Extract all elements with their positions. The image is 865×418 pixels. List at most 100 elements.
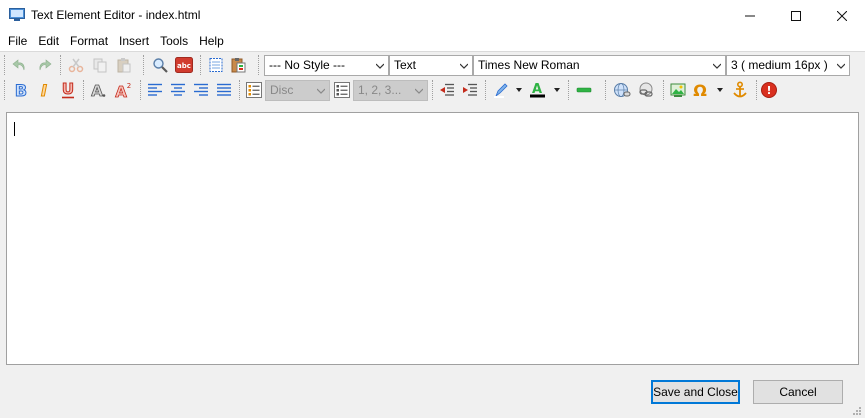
font-color-icon: A [530,82,560,98]
redo-icon [39,59,52,71]
underline-button[interactable]: U [57,79,79,101]
cut-button[interactable] [65,54,87,76]
toolbar-area: abc --- No Style --- Text Times New Roma… [0,51,865,105]
svg-text:B: B [15,81,27,99]
select-all-button[interactable] [205,54,227,76]
chevron-down-icon [713,63,721,69]
align-center-button[interactable] [167,79,189,101]
font-size-select[interactable]: 3 ( medium 16px ) [726,55,850,76]
menu-tools[interactable]: Tools [155,31,193,51]
svg-text:2: 2 [127,82,131,90]
toolbar-separator [605,80,606,100]
cancel-label: Cancel [779,385,817,399]
indent-button[interactable] [459,79,481,101]
justify-button[interactable] [213,79,235,101]
bold-button[interactable]: B [10,79,32,101]
window-title: Text Element Editor - index.html [31,8,201,22]
italic-button[interactable]: I [33,79,55,101]
svg-text:!: ! [766,84,771,97]
block-format-select[interactable]: Text [389,55,473,76]
svg-text:abc: abc [177,62,191,70]
copy-icon [93,58,107,73]
font-style-button[interactable]: A [88,79,110,101]
svg-text:U: U [62,81,74,98]
align-justify-icon [217,83,231,96]
title-bar: Text Element Editor - index.html [0,0,865,31]
menu-help[interactable]: Help [194,31,229,51]
chevron-down-icon [317,88,325,94]
font-shadow-icon: A [91,82,106,99]
menu-edit[interactable]: Edit [33,31,64,51]
omega-symbol-icon: Ω [693,81,723,99]
horizontal-rule-icon [576,87,592,93]
redo-button[interactable] [33,54,55,76]
svg-text:A: A [115,83,127,99]
paste-button[interactable] [113,54,135,76]
font-family-select[interactable]: Times New Roman [473,55,726,76]
numbering-style-select[interactable]: 1, 2, 3... [353,80,428,101]
toolbar-separator [83,80,84,100]
copy-button[interactable] [89,54,111,76]
menu-insert[interactable]: Insert [114,31,154,51]
toolbar-separator [756,80,757,100]
find-button[interactable] [149,54,171,76]
align-left-button[interactable] [144,79,166,101]
paste-special-button[interactable] [227,54,249,76]
style-select[interactable]: --- No Style --- [264,55,389,76]
remove-link-button[interactable] [635,79,657,101]
insert-image-button[interactable] [667,79,689,101]
minimize-icon [745,15,755,16]
bullet-list-button[interactable] [243,79,265,101]
toolbar-separator [663,80,664,100]
numbering-style-value: 1, 2, 3... [358,83,402,97]
insert-anchor-button[interactable] [729,79,751,101]
chevron-down-icon [837,63,845,69]
bullet-style-select[interactable]: Disc [265,80,330,101]
align-center-icon [171,83,185,96]
undo-icon [12,59,25,71]
chevron-down-icon [415,88,423,94]
text-editor-area[interactable] [6,112,859,365]
anchor-icon [733,81,747,98]
menu-file[interactable]: File [3,31,32,51]
bold-icon: B [14,81,27,99]
undo-button[interactable] [9,54,31,76]
spellcheck-icon: abc [175,57,193,73]
menu-format[interactable]: Format [65,31,113,51]
clipboard-icon [231,58,246,73]
maximize-button[interactable] [773,0,819,31]
chain-link-icon [639,82,653,97]
outdent-button[interactable] [436,79,458,101]
superscript-button[interactable]: A 2 [112,79,134,101]
cancel-button[interactable]: Cancel [753,380,843,404]
insert-link-button[interactable] [611,79,633,101]
align-right-button[interactable] [190,79,212,101]
horizontal-rule-button[interactable] [573,79,595,101]
numbered-list-button[interactable] [331,79,353,101]
highlight-color-button[interactable] [490,79,524,101]
help-button[interactable]: ! [758,79,780,101]
chevron-down-icon [376,63,384,69]
font-size-value: 3 ( medium 16px ) [731,58,828,72]
scissors-icon [68,58,84,73]
font-color-button[interactable]: A [527,79,563,101]
app-icon [9,8,25,21]
svg-text:A: A [91,82,103,99]
minimize-button[interactable] [727,0,773,31]
spellcheck-button[interactable]: abc [173,54,195,76]
toolbar-grip [4,80,5,100]
resize-grip-icon[interactable] [852,406,862,416]
toolbar-separator [143,55,144,75]
outdent-icon [440,83,454,96]
toolbar-separator [432,80,433,100]
insert-symbol-button[interactable]: Ω [690,79,726,101]
alert-icon: ! [761,82,777,98]
close-button[interactable] [819,0,865,31]
toolbar-grip [4,55,5,75]
indent-icon [463,83,477,96]
svg-text:I: I [41,81,47,99]
align-left-icon [148,83,162,96]
close-icon [837,10,847,21]
save-and-close-button[interactable]: Save and Close [651,380,740,404]
globe-link-icon [614,83,631,97]
